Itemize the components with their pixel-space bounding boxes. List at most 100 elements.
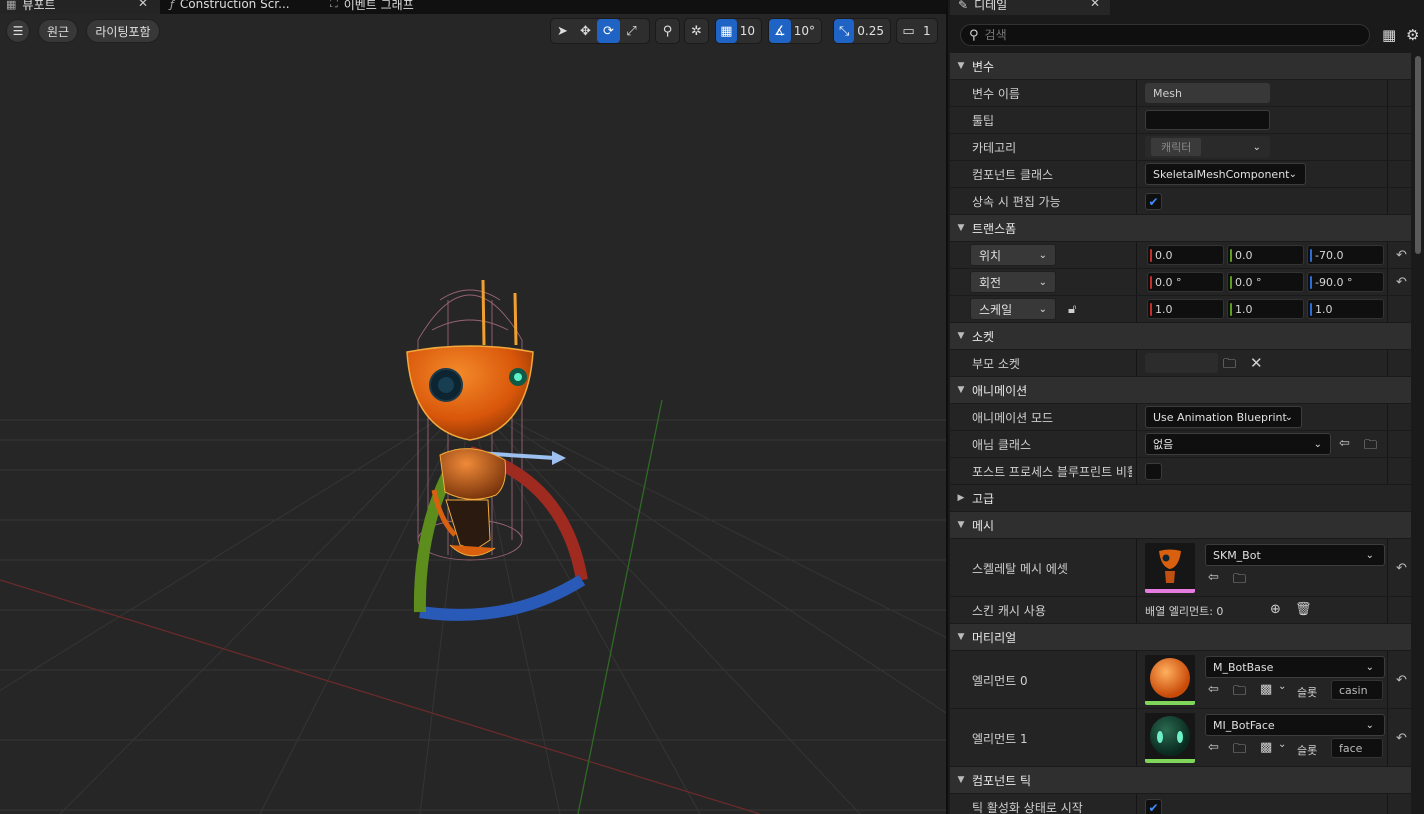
location-mode-combo[interactable]: 위치 ⌄ xyxy=(970,244,1056,266)
use-selected-arrow-icon[interactable]: ⇦ xyxy=(1208,740,1219,755)
variable-name-field[interactable]: Mesh xyxy=(1145,83,1270,103)
scale-y-field[interactable]: 1.0 xyxy=(1227,299,1304,319)
category-combo[interactable]: 캐릭터 ⌄ xyxy=(1145,136,1270,158)
rotation-x-field[interactable]: 0.0 ° xyxy=(1147,272,1224,292)
scale-z-field[interactable]: 1.0 xyxy=(1307,299,1384,319)
slot-field[interactable]: face xyxy=(1331,738,1383,758)
reset-arrow-icon[interactable]: ↶ xyxy=(1396,275,1407,290)
perspective-button[interactable]: 원근 xyxy=(38,19,78,43)
use-selected-arrow-icon[interactable]: ⇦ xyxy=(1208,570,1219,585)
row-category: 카테고리 캐릭터 ⌄ xyxy=(950,134,1411,161)
category-variable[interactable]: ▼ 변수 xyxy=(950,53,1411,80)
category-animation[interactable]: ▼ 애니메이션 xyxy=(950,377,1411,404)
robot-character[interactable] xyxy=(406,279,534,557)
category-material[interactable]: ▼ 머티리얼 xyxy=(950,624,1411,651)
rotate-icon: ⟳ xyxy=(603,23,614,39)
table-view-icon[interactable]: ▦ xyxy=(1382,26,1396,44)
material-0-combo[interactable]: M_BotBase ⌄ xyxy=(1205,656,1385,678)
browse-folder-icon[interactable]: 🗀 xyxy=(1233,740,1246,762)
scene-canvas[interactable] xyxy=(0,0,946,814)
category-socket[interactable]: ▼ 소켓 xyxy=(950,323,1411,350)
scale-snap-toggle[interactable]: ⤡ xyxy=(834,19,855,43)
category-advanced[interactable]: ▶ 고급 xyxy=(950,485,1411,512)
scale-tool-button[interactable]: ⤢ xyxy=(620,19,643,43)
start-tick-checkbox[interactable]: ✔ xyxy=(1145,799,1162,814)
search-input[interactable] xyxy=(984,28,1345,42)
rotation-mode-combo[interactable]: 회전 ⌄ xyxy=(970,271,1056,293)
animation-mode-combo[interactable]: Use Animation Blueprint ⌄ xyxy=(1145,406,1302,428)
translate-tool-button[interactable]: ✥ xyxy=(574,19,597,43)
rotation-snap-toggle[interactable]: ∡ xyxy=(769,19,791,43)
chevron-down-icon[interactable]: ⌄ xyxy=(1278,739,1286,750)
add-circle-icon[interactable]: ⊕ xyxy=(1270,602,1281,617)
browse-folder-icon[interactable]: 🗀 xyxy=(1364,436,1377,458)
camera-speed-button[interactable]: ▭ xyxy=(897,19,920,43)
browse-folder-icon[interactable]: 🗀 xyxy=(1233,570,1246,592)
rotate-tool-button[interactable]: ⟳ xyxy=(597,19,620,43)
trash-icon[interactable]: 🗑︎ xyxy=(1295,602,1312,617)
close-icon[interactable]: ✕ xyxy=(1090,0,1100,10)
scale-snap-value[interactable]: 0.25 xyxy=(854,24,890,38)
surface-snap-button[interactable]: ✲ xyxy=(685,19,708,43)
tab-construction-script[interactable]: ƒ Construction Scr... xyxy=(170,0,310,14)
grid-snap-value[interactable]: 10 xyxy=(737,24,761,38)
rotation-y-field[interactable]: 0.0 ° xyxy=(1227,272,1304,292)
location-z-field[interactable]: -70.0 xyxy=(1307,245,1384,265)
chevron-down-icon: ⌄ xyxy=(1365,661,1374,673)
reset-arrow-icon[interactable]: ↶ xyxy=(1396,673,1407,688)
use-selected-arrow-icon[interactable]: ⇦ xyxy=(1208,682,1219,697)
material-0-thumbnail[interactable] xyxy=(1145,655,1195,705)
close-icon[interactable]: ✕ xyxy=(138,0,148,10)
category-transform[interactable]: ▼ 트랜스폼 xyxy=(950,215,1411,242)
anim-class-combo[interactable]: 없음 ⌄ xyxy=(1145,433,1331,455)
slot-field[interactable]: casin xyxy=(1331,680,1383,700)
location-x-field[interactable]: 0.0 xyxy=(1147,245,1224,265)
property-label: 포스트 프로세스 블루프린트 비활... xyxy=(972,465,1132,479)
reset-arrow-icon[interactable]: ↶ xyxy=(1396,248,1407,263)
category-mesh[interactable]: ▼ 메시 xyxy=(950,512,1411,539)
skeletal-mesh-combo[interactable]: SKM_Bot ⌄ xyxy=(1205,544,1385,566)
material-1-combo[interactable]: MI_BotFace ⌄ xyxy=(1205,714,1385,736)
gear-icon[interactable]: ⚙ xyxy=(1406,26,1419,44)
use-selected-arrow-icon[interactable]: ⇦ xyxy=(1339,436,1350,451)
select-tool-button[interactable]: ➤ xyxy=(551,19,574,43)
postprocess-checkbox[interactable] xyxy=(1145,463,1162,480)
graph-nodes-icon: ⛶ xyxy=(330,0,338,10)
browse-folder-icon[interactable]: 🗀 xyxy=(1223,355,1236,377)
grid-snap-toggle[interactable]: ▦ xyxy=(716,19,737,43)
reset-arrow-icon[interactable]: ↶ xyxy=(1396,731,1407,746)
rotation-z-field[interactable]: -90.0 ° xyxy=(1307,272,1384,292)
row-scale: 스케일 ⌄ 🔓︎ 1.0 1.0 1.0 xyxy=(950,296,1411,323)
scale-x-field[interactable]: 1.0 xyxy=(1147,299,1224,319)
chevron-down-icon[interactable]: ⌄ xyxy=(1278,681,1286,692)
location-y-field[interactable]: 0.0 xyxy=(1227,245,1304,265)
row-anim-class: 애님 클래스 없음 ⌄ ⇦ 🗀 xyxy=(950,431,1411,458)
tab-event-graph[interactable]: ⛶ 이벤트 그래프 xyxy=(330,0,460,14)
property-label: 상속 시 편집 가능 xyxy=(972,195,1061,209)
lit-mode-button[interactable]: 라이팅포함 xyxy=(86,19,160,43)
checker-texture-icon[interactable]: ▩ xyxy=(1260,740,1272,755)
viewport-options-button[interactable]: ☰ xyxy=(6,19,30,43)
unlock-icon[interactable]: 🔓︎ xyxy=(1068,302,1076,317)
checker-texture-icon[interactable]: ▩ xyxy=(1260,682,1272,697)
rotation-snap-value[interactable]: 10° xyxy=(791,24,821,38)
clear-x-icon[interactable]: ✕ xyxy=(1250,354,1263,372)
viewport-panel[interactable]: ▦ 뷰포트 ✕ ƒ Construction Scr... ⛶ 이벤트 그래프 … xyxy=(0,0,946,814)
browse-folder-icon[interactable]: 🗀 xyxy=(1233,682,1246,704)
scale-mode-combo[interactable]: 스케일 ⌄ xyxy=(970,298,1056,320)
material-1-thumbnail[interactable] xyxy=(1145,713,1195,763)
coordinate-space-button[interactable]: ⚲ xyxy=(656,19,679,43)
editable-checkbox[interactable]: ✔ xyxy=(1145,193,1162,210)
row-animation-mode: 애니메이션 모드 Use Animation Blueprint ⌄ xyxy=(950,404,1411,431)
tooltip-field[interactable] xyxy=(1145,110,1270,130)
tab-viewport[interactable]: ▦ 뷰포트 ✕ xyxy=(0,0,160,14)
reset-arrow-icon[interactable]: ↶ xyxy=(1396,561,1407,576)
tab-details[interactable]: ✎ 디테일 ✕ xyxy=(950,0,1110,15)
parent-socket-field[interactable] xyxy=(1145,353,1218,373)
camera-speed-value[interactable]: 1 xyxy=(920,24,937,38)
scroll-thumb[interactable] xyxy=(1415,56,1421,254)
category-component-tick[interactable]: ▼ 컴포넌트 틱 xyxy=(950,767,1411,794)
component-class-combo[interactable]: SkeletalMeshComponent ⌄ xyxy=(1145,163,1306,185)
details-scrollbar[interactable] xyxy=(1411,53,1424,814)
skeletal-mesh-thumbnail[interactable] xyxy=(1145,543,1195,593)
